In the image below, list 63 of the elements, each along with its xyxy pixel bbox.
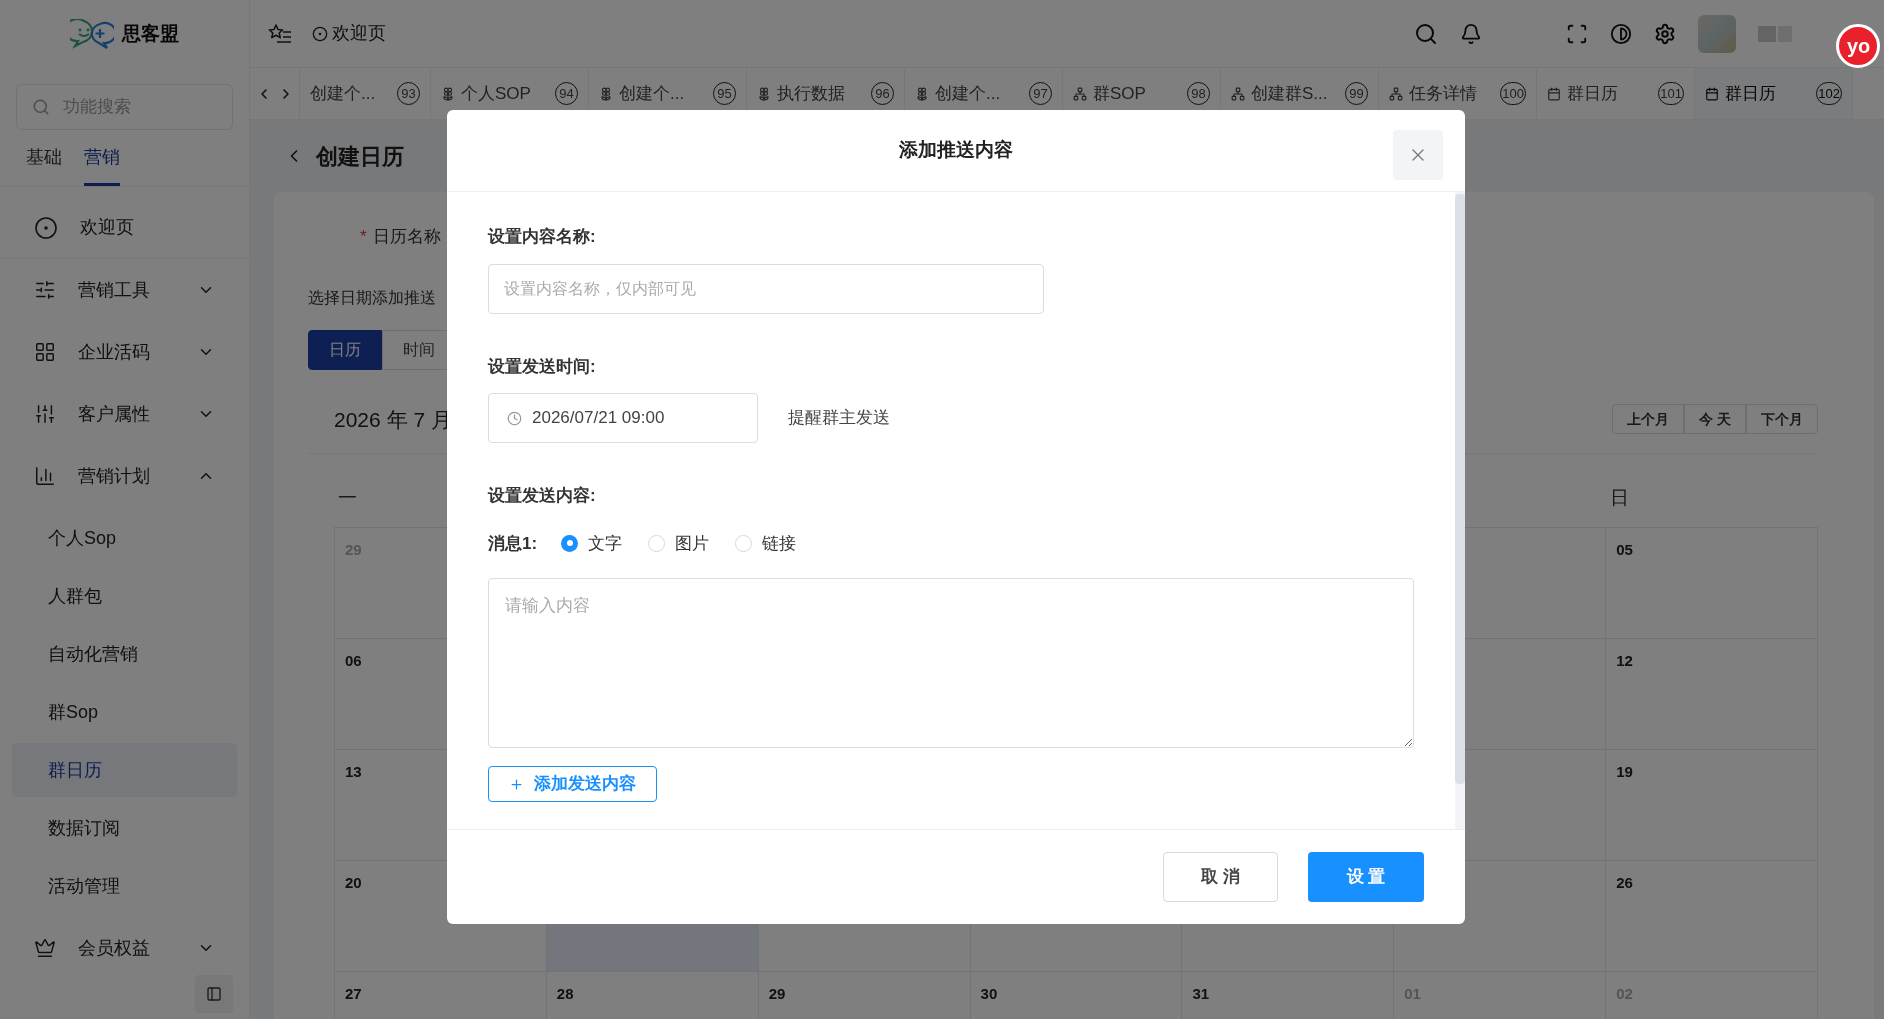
sidebar-menu-item[interactable]: 欢迎页	[0, 197, 249, 259]
calendar-day-cell[interactable]: 26	[1606, 861, 1818, 972]
day-number: 28	[556, 985, 574, 1002]
datetime-picker[interactable]: 2026/07/21 09:00	[488, 393, 758, 443]
sidebar-submenu-item[interactable]: 自动化营销	[12, 627, 237, 681]
day-number: 29	[768, 985, 786, 1002]
page-title: 创建日历	[316, 142, 404, 171]
day-number: 30	[980, 985, 998, 1002]
field-label: 设置发送内容:	[488, 485, 597, 507]
sidebar-submenu-item[interactable]: 数据订阅	[12, 801, 237, 855]
content-name-field[interactable]: 设置内容名称，仅内部可见	[488, 263, 1044, 314]
tab-number-badge: 102	[1816, 82, 1842, 105]
month-nav-button[interactable]: 上个月	[1612, 404, 1685, 435]
day-number: 06	[345, 652, 362, 669]
view-tab[interactable]: 日历	[308, 329, 382, 370]
send-note: 提醒群主发送	[788, 407, 890, 430]
sidebar-submenu-item[interactable]: 活动管理	[12, 859, 237, 913]
message-type-radio[interactable]: 文字	[561, 530, 623, 556]
day-number: 19	[1616, 763, 1633, 780]
sidebar-tab[interactable]: 基础	[26, 144, 62, 186]
day-number: 05	[1616, 541, 1633, 558]
add-content-button[interactable]: 添加发送内容	[488, 766, 657, 802]
weekday-header: 一	[338, 487, 357, 508]
field-label: 设置发送时间:	[488, 355, 597, 378]
app-logo-text: 思客盟	[122, 21, 179, 46]
month-title: 2026 年 7 月	[334, 406, 452, 433]
confirm-button[interactable]: 设 置	[1308, 852, 1424, 902]
weekday-header: 日	[1610, 487, 1629, 508]
day-number: 20	[345, 874, 362, 891]
calendar-day-cell[interactable]: 12	[1606, 639, 1818, 750]
sidebar-submenu-item[interactable]: 群Sop	[12, 685, 237, 739]
cancel-button[interactable]: 取 消	[1163, 852, 1278, 902]
day-number: 26	[1616, 874, 1633, 891]
breadcrumb-tab[interactable]: 欢迎页	[312, 20, 386, 47]
dialog-title: 添加推送内容	[899, 138, 1013, 163]
sidebar-submenu-item[interactable]: 个人Sop	[12, 511, 237, 565]
sidebar-tab[interactable]: 营销	[84, 144, 120, 186]
message-label: 消息1:	[488, 532, 538, 555]
tab-number-badge: 101	[1658, 82, 1684, 105]
message-type-radio[interactable]: 链接	[735, 530, 797, 556]
month-nav-button[interactable]: 今 天	[1684, 404, 1746, 435]
message-type-radio[interactable]: 图片	[648, 530, 710, 556]
field-label: 设置内容名称:	[488, 226, 597, 248]
day-number: 31	[1192, 985, 1210, 1002]
form-label: 日历名称	[372, 226, 441, 248]
sidebar-menu-item[interactable]: 营销工具	[0, 259, 249, 321]
required-mark: *	[360, 226, 367, 248]
day-number: 27	[345, 985, 362, 1002]
form-hint: 选择日期添加推送	[308, 288, 436, 306]
tab-number-badge: 100	[1500, 82, 1526, 105]
sidebar-menu-item[interactable]: 客户属性	[0, 383, 249, 445]
page-tab[interactable]: 群日历 102	[1695, 68, 1853, 119]
sidebar-menu-item[interactable]: 营销计划	[0, 445, 249, 507]
day-number: 13	[345, 763, 362, 780]
sidebar-menu-item[interactable]: 企业活码	[0, 321, 249, 383]
day-number: 12	[1616, 652, 1633, 669]
content-textarea[interactable]: 请输入内容	[488, 578, 1414, 748]
calendar-day-cell[interactable]: 05	[1606, 528, 1818, 639]
sidebar-submenu-item[interactable]: 人群包	[12, 569, 237, 623]
sidebar-submenu-item[interactable]: 群日历	[12, 743, 237, 797]
month-nav-button[interactable]: 下个月	[1746, 404, 1818, 435]
sidebar-menu-item[interactable]: 会员权益	[0, 917, 249, 975]
calendar-day-cell[interactable]: 19	[1606, 750, 1818, 861]
